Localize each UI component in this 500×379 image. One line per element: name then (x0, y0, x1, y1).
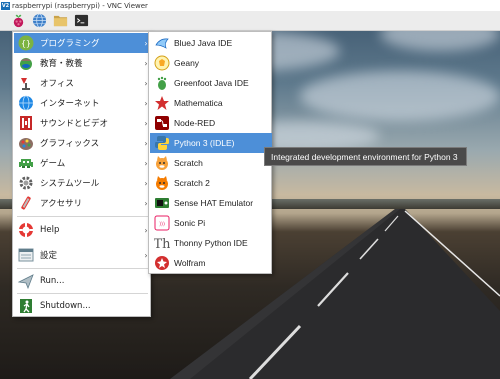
menu-item-label: Run... (40, 276, 65, 286)
greenfoot-icon (154, 75, 170, 91)
menu-item-internet[interactable]: インターネット › (14, 93, 151, 113)
menu-item-accessories[interactable]: アクセサリ › (14, 193, 151, 213)
python-icon (154, 135, 170, 151)
terminal-button[interactable] (73, 12, 90, 29)
shutdown-icon (18, 298, 34, 314)
submenu-item-label: Geany (174, 58, 200, 68)
menu-item-shutdown[interactable]: Shutdown... (14, 296, 151, 316)
submenu-item-label: Scratch (174, 158, 203, 168)
submenu-item-greenfoot[interactable]: Greenfoot Java IDE (150, 73, 272, 93)
help-icon (18, 222, 34, 238)
svg-text:{}: {} (21, 39, 31, 48)
raspberry-menu-button[interactable] (10, 12, 27, 29)
menu-item-label: グラフィックス (40, 139, 100, 149)
file-manager-button[interactable] (52, 12, 69, 29)
sound-video-icon (18, 115, 34, 131)
office-icon (18, 75, 34, 91)
submenu-item-wolfram[interactable]: Wolfram (150, 253, 272, 273)
menu-item-run[interactable]: Run... (14, 271, 151, 291)
svg-text:))): ))) (159, 222, 165, 228)
menu-item-label: アクセサリ (40, 199, 83, 209)
taskbar (0, 11, 500, 31)
submenu-item-scratch[interactable]: Scratch (150, 153, 272, 173)
accessories-icon (18, 195, 34, 211)
submenu-item-mathematica[interactable]: Mathematica (150, 93, 272, 113)
submenu-item-label: Wolfram (174, 258, 206, 268)
menu-separator (17, 268, 148, 269)
globe-icon (32, 13, 47, 28)
menu-item-programming[interactable]: {} プログラミング › (14, 33, 151, 53)
thonny-icon: Th (154, 235, 170, 251)
menu-item-label: ゲーム (40, 159, 66, 169)
menu-item-office[interactable]: オフィス › (14, 73, 151, 93)
main-menu: {} プログラミング › 教育・教養 › オフィス › インターネット › サウ… (12, 31, 151, 317)
menu-item-settings[interactable]: 設定 › (14, 245, 151, 265)
menu-item-label: オフィス (40, 79, 74, 89)
submenu-item-label: BlueJ Java IDE (174, 38, 233, 48)
scratch2-icon (154, 175, 170, 191)
menu-item-education[interactable]: 教育・教養 › (14, 53, 151, 73)
menu-item-games[interactable]: ゲーム › (14, 153, 151, 173)
menu-item-graphics[interactable]: グラフィックス › (14, 133, 151, 153)
submenu-item-thonny[interactable]: Th Thonny Python IDE (150, 233, 272, 253)
menu-item-label: Help (40, 225, 60, 235)
menu-item-label: プログラミング (40, 39, 100, 49)
menu-item-sound-video[interactable]: サウンドとビデオ › (14, 113, 151, 133)
svg-text:Th: Th (154, 237, 170, 251)
folder-icon (53, 15, 68, 27)
submenu-item-label: Node-RED (174, 118, 216, 128)
raspberry-icon (13, 14, 24, 28)
submenu-item-python3-idle[interactable]: Python 3 (IDLE) (150, 133, 272, 153)
education-icon (18, 55, 34, 71)
sonic-pi-icon: ))) (154, 215, 170, 231)
submenu-item-label: Python 3 (IDLE) (174, 138, 235, 148)
submenu-item-bluej[interactable]: BlueJ Java IDE (150, 33, 272, 53)
run-icon (18, 273, 34, 289)
internet-icon (18, 95, 34, 111)
submenu-item-label: Scratch 2 (174, 178, 210, 188)
system-tools-icon (18, 175, 34, 191)
web-browser-button[interactable] (31, 12, 48, 29)
menu-item-label: 教育・教養 (40, 59, 83, 69)
settings-icon (18, 247, 34, 263)
python-idle-tooltip: Integrated development environment for P… (264, 147, 467, 166)
scratch-icon (154, 155, 170, 171)
bluej-icon (154, 35, 170, 51)
submenu-item-label: Sonic Pi (174, 218, 206, 228)
submenu-item-node-red[interactable]: Node-RED (150, 113, 272, 133)
submenu-item-label: Thonny Python IDE (174, 238, 248, 248)
submenu-item-label: Mathematica (174, 98, 223, 108)
wolfram-icon (154, 255, 170, 271)
games-icon (18, 155, 34, 171)
programming-submenu: BlueJ Java IDE Geany Greenfoot Java IDE … (148, 31, 272, 274)
menu-item-help[interactable]: Help › (14, 220, 151, 240)
submenu-item-label: Sense HAT Emulator (174, 198, 254, 208)
menu-item-label: インターネット (40, 99, 100, 109)
terminal-icon (74, 14, 89, 27)
submenu-item-scratch2[interactable]: Scratch 2 (150, 173, 272, 193)
submenu-item-label: Greenfoot Java IDE (174, 78, 249, 88)
menu-item-label: 設定 (40, 251, 58, 261)
menu-separator (17, 293, 148, 294)
menu-item-label: サウンドとビデオ (40, 119, 109, 129)
geany-icon (154, 55, 170, 71)
mathematica-icon (154, 95, 170, 111)
programming-icon: {} (18, 35, 34, 51)
submenu-item-geany[interactable]: Geany (150, 53, 272, 73)
node-red-icon (154, 115, 170, 131)
submenu-item-sense-hat-emulator[interactable]: Sense HAT Emulator (150, 193, 272, 213)
window-title: raspberrypi (raspberrypi) - VNC Viewer (12, 1, 148, 10)
vnc-titlebar[interactable]: V2 raspberrypi (raspberrypi) - VNC Viewe… (0, 0, 500, 11)
menu-item-label: システムツール (40, 179, 100, 189)
menu-separator (17, 216, 148, 217)
vnc-logo-icon: V2 (1, 1, 10, 10)
menu-item-system-tools[interactable]: システムツール › (14, 173, 151, 193)
menu-item-label: Shutdown... (40, 301, 91, 311)
graphics-icon (18, 135, 34, 151)
submenu-item-sonic-pi[interactable]: ))) Sonic Pi (150, 213, 272, 233)
sense-hat-icon (154, 195, 170, 211)
